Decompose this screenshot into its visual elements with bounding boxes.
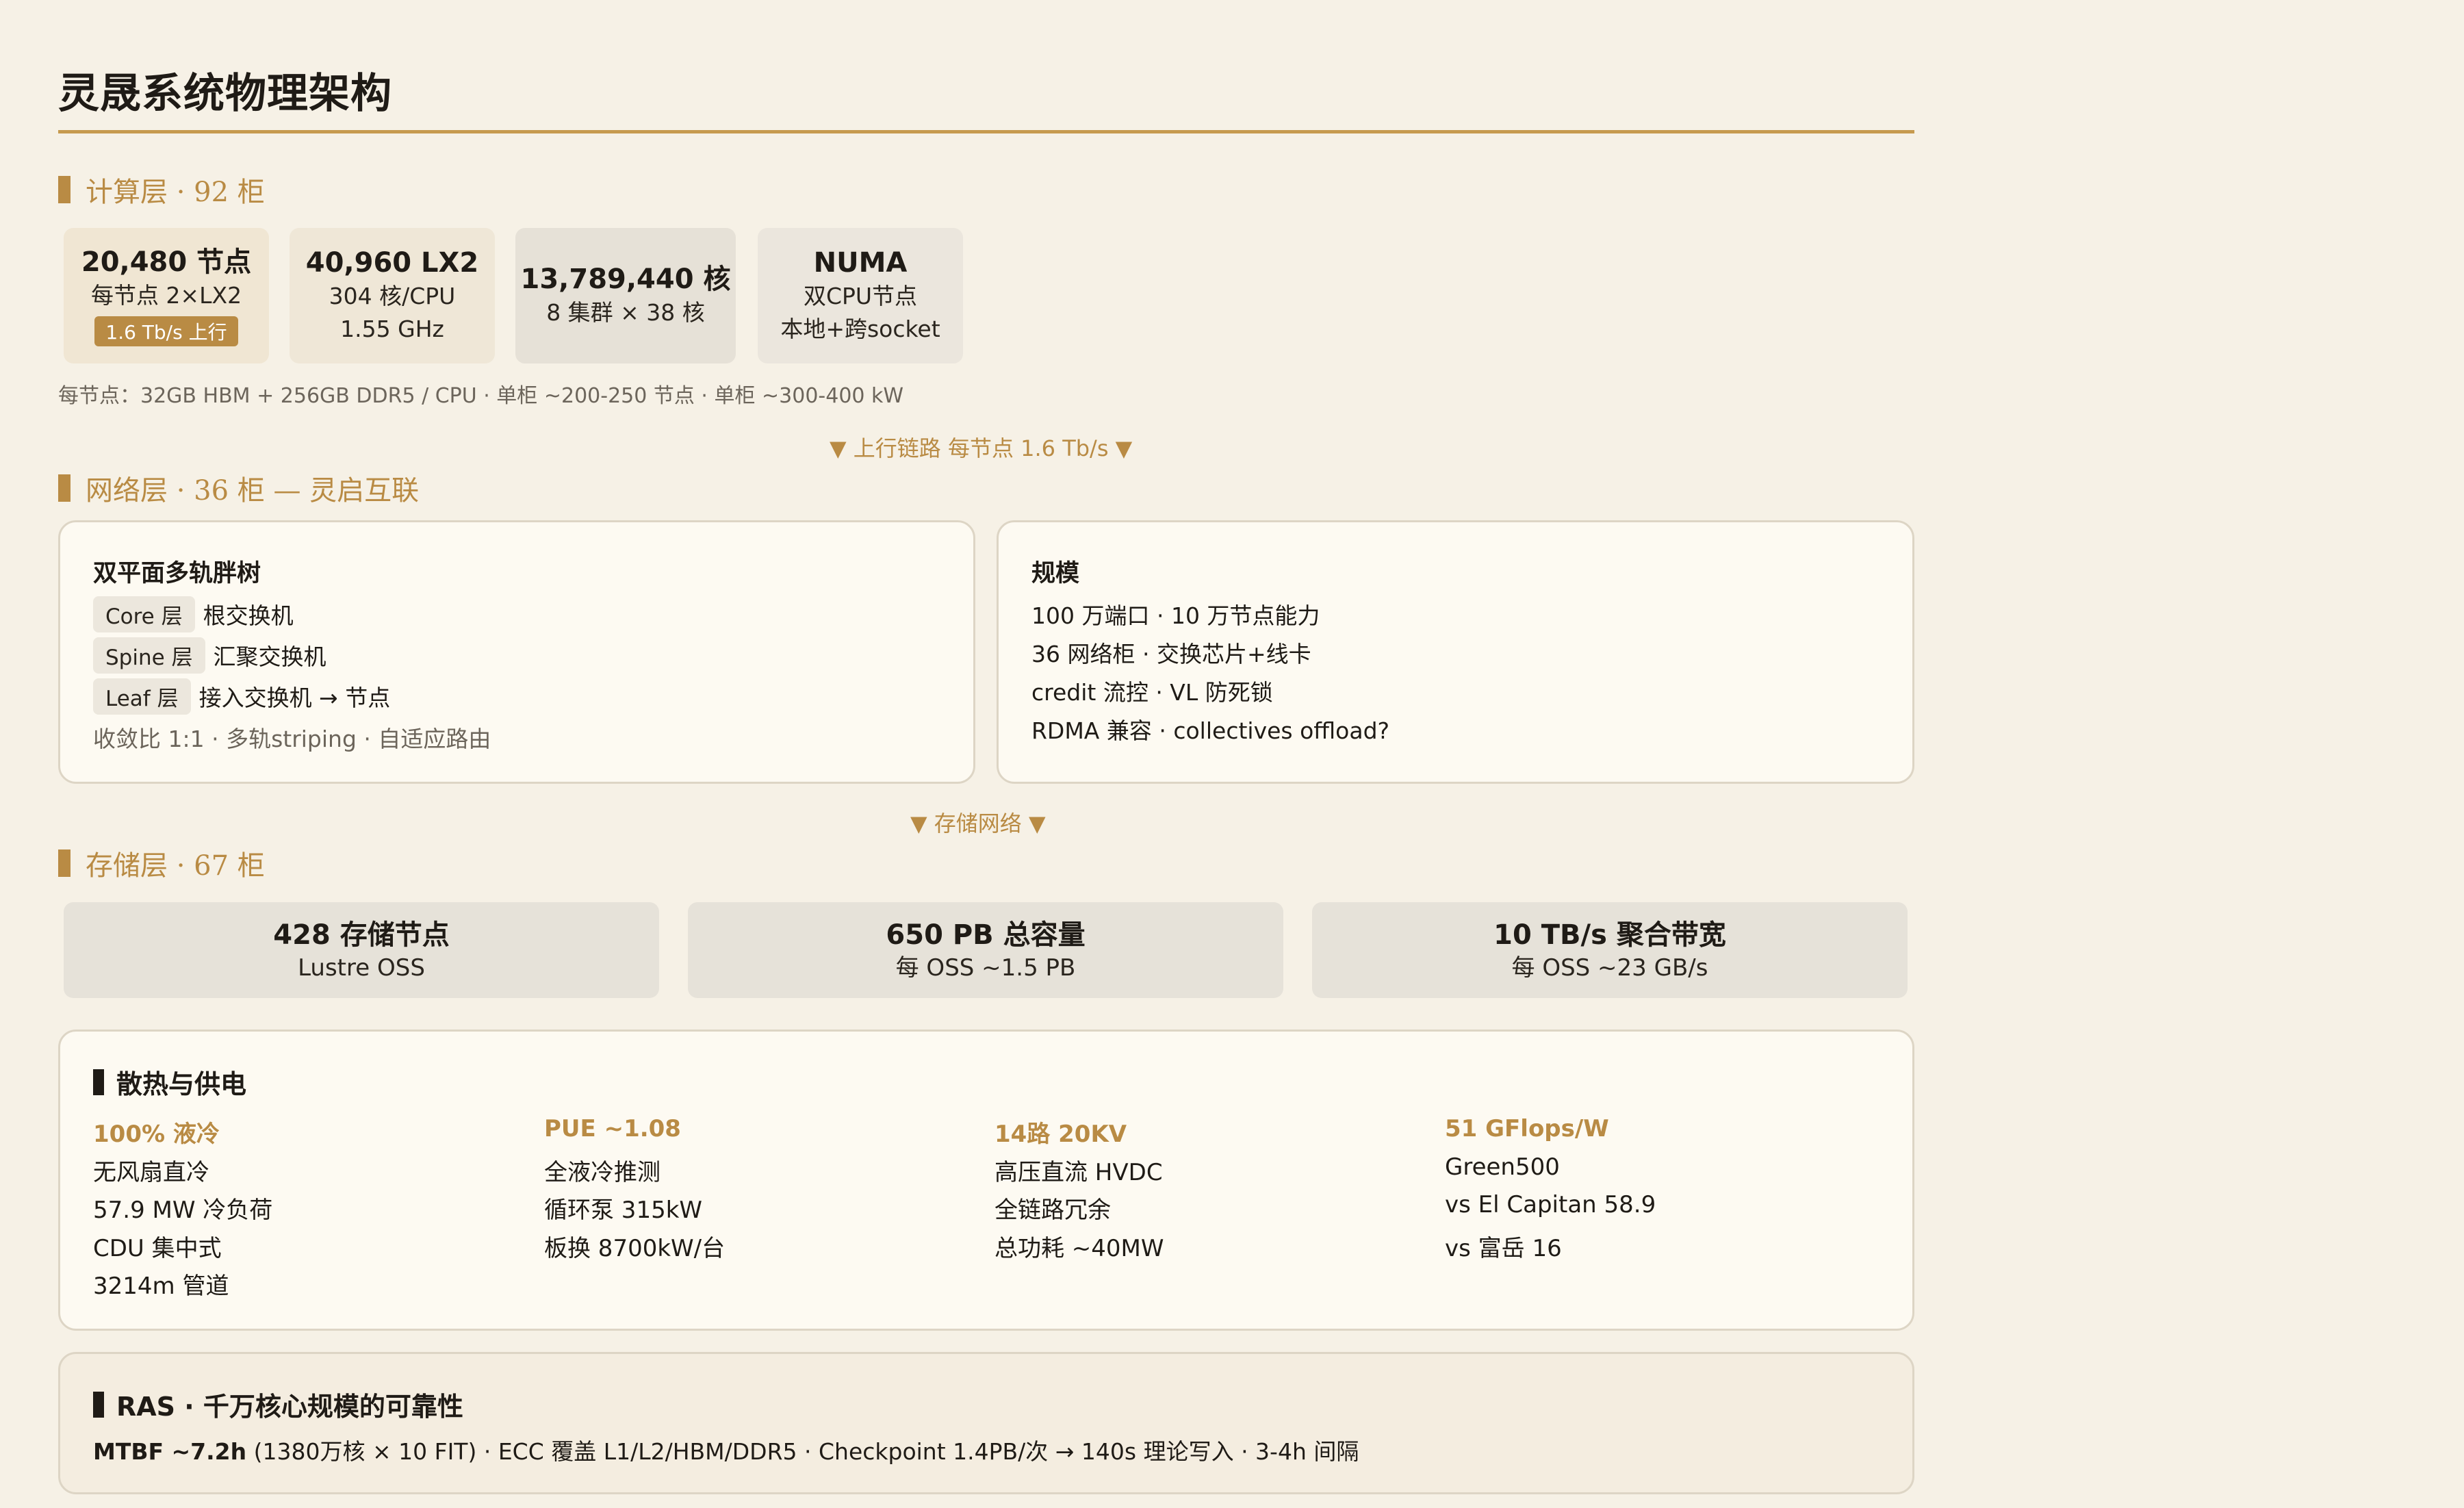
card-value: NUMA <box>813 247 908 279</box>
storage-card-capacity: 650 PB 总容量 每 OSS ~1.5 PB <box>688 902 1283 998</box>
ras-title: RAS · 千万核心规模的可靠性 <box>93 1385 463 1423</box>
title-divider <box>58 130 1914 133</box>
page-title: 灵晟系统物理架构 <box>58 70 392 118</box>
efficiency-col-line: vs 富岳 16 <box>1445 1235 1562 1262</box>
cooling-col-line: 3214m 管道 <box>93 1273 229 1300</box>
compute-section-heading: 计算层 · 92 柜 <box>58 170 265 209</box>
pue-col-line: 全液冷推测 <box>544 1159 660 1186</box>
power-col-line: 总功耗 ~40MW <box>994 1235 1164 1262</box>
card-detail: 1.55 GHz <box>340 316 444 342</box>
ras-summary: MTBF ~7.2h (1380万核 × 10 FIT) · ECC 覆盖 L1… <box>93 1433 1359 1466</box>
card-detail: 双CPU节点 <box>803 283 918 310</box>
cooling-title: 散热与供电 <box>93 1063 246 1101</box>
cooling-col-line: CDU 集中式 <box>93 1235 222 1262</box>
layer-tag: Spine 层 <box>93 637 205 674</box>
layer-desc: 根交换机 <box>203 602 294 629</box>
ras-title-text: RAS · 千万核心规模的可靠性 <box>116 1392 463 1422</box>
pue-col-line: 循环泵 315kW <box>544 1197 703 1224</box>
efficiency-col-head: 51 GFlops/W <box>1445 1115 1609 1142</box>
topology-title: 双平面多轨胖树 <box>93 560 261 587</box>
card-detail: 本地+跨socket <box>780 316 940 342</box>
network-section-heading: 网络层 · 36 柜 — 灵启互联 <box>58 468 419 508</box>
storage-detail: 每 OSS ~1.5 PB <box>895 954 1076 982</box>
power-col-line: 高压直流 HVDC <box>994 1159 1163 1186</box>
scale-line: credit 流控 · VL 防死锁 <box>1031 679 1273 706</box>
layer-tag: Core 层 <box>93 596 195 632</box>
network-scale-panel: 规模 100 万端口 · 10 万节点能力 36 网络柜 · 交换芯片+线卡 c… <box>997 520 1914 784</box>
topology-row-core: Core 层根交换机 <box>93 596 294 632</box>
heading-marker <box>58 474 70 502</box>
title-marker <box>93 1069 104 1095</box>
compute-heading-text: 计算层 · 92 柜 <box>86 177 265 208</box>
network-heading-text: 网络层 · 36 柜 — 灵启互联 <box>86 475 420 507</box>
card-value: 20,480 节点 <box>81 246 252 279</box>
power-col-line: 全链路冗余 <box>994 1197 1111 1224</box>
card-detail: 8 集群 × 38 核 <box>546 299 705 327</box>
storage-card-nodes: 428 存储节点 Lustre OSS <box>64 902 659 998</box>
layer-desc: 汇聚交换机 <box>213 643 326 670</box>
heading-marker <box>58 849 70 877</box>
cooling-col-head: 100% 液冷 <box>93 1121 220 1148</box>
storage-card-bandwidth: 10 TB/s 聚合带宽 每 OSS ~23 GB/s <box>1312 902 1908 998</box>
uplink-badge: 1.6 Tb/s 上行 <box>94 316 238 346</box>
storage-detail: 每 OSS ~23 GB/s <box>1511 954 1708 982</box>
storage-section-heading: 存储层 · 67 柜 <box>58 843 265 883</box>
pue-col-line: 板换 8700kW/台 <box>544 1235 726 1262</box>
power-col-head: 14路 20KV <box>994 1121 1127 1148</box>
ras-detail: (1380万核 × 10 FIT) · ECC 覆盖 L1/L2/HBM/DDR… <box>246 1438 1359 1465</box>
storage-value: 428 存储节点 <box>273 919 450 951</box>
scale-title: 规模 <box>1031 560 1080 587</box>
compute-card-numa: NUMA 双CPU节点 本地+跨socket <box>758 228 963 363</box>
compute-card-nodes: 20,480 节点 每节点 2×LX2 1.6 Tb/s 上行 <box>64 228 269 363</box>
architecture-page: 灵晟系统物理架构 计算层 · 92 柜 20,480 节点 每节点 2×LX2 … <box>0 0 2464 1508</box>
compute-note: 每节点：32GB HBM + 256GB DDR5 / CPU · 单柜 ~20… <box>58 384 904 408</box>
storage-arrow-label: ▼ 存储网络 ▼ <box>910 810 1046 836</box>
efficiency-col-line: vs El Capitan 58.9 <box>1445 1191 1656 1218</box>
topology-footer: 收敛比 1:1 · 多轨striping · 自适应路由 <box>93 726 491 752</box>
storage-detail: Lustre OSS <box>298 954 425 982</box>
storage-heading-text: 存储层 · 67 柜 <box>86 850 265 882</box>
pue-col-head: PUE ~1.08 <box>544 1115 681 1142</box>
uplink-arrow-label: ▼ 上行链路 每节点 1.6 Tb/s ▼ <box>830 435 1133 461</box>
card-value: 40,960 LX2 <box>305 247 479 279</box>
card-detail: 每节点 2×LX2 <box>90 282 242 309</box>
efficiency-col-line: Green500 <box>1445 1153 1560 1181</box>
title-marker <box>93 1391 104 1418</box>
storage-value: 650 PB 总容量 <box>886 919 1086 951</box>
scale-line: RDMA 兼容 · collectives offload? <box>1031 717 1390 744</box>
scale-line: 36 网络柜 · 交换芯片+线卡 <box>1031 641 1311 667</box>
ras-panel: RAS · 千万核心规模的可靠性 MTBF ~7.2h (1380万核 × 10… <box>58 1352 1914 1494</box>
scale-line: 100 万端口 · 10 万节点能力 <box>1031 602 1320 629</box>
compute-card-cpus: 40,960 LX2 304 核/CPU 1.55 GHz <box>290 228 495 363</box>
cooling-col-line: 57.9 MW 冷负荷 <box>93 1197 273 1224</box>
card-detail: 304 核/CPU <box>329 283 456 310</box>
compute-card-cores: 13,789,440 核 8 集群 × 38 核 <box>515 228 736 363</box>
cooling-col-line: 无风扇直冷 <box>93 1159 209 1186</box>
card-value: 13,789,440 核 <box>520 264 731 296</box>
storage-value: 10 TB/s 聚合带宽 <box>1493 919 1726 951</box>
heading-marker <box>58 176 70 203</box>
layer-desc: 接入交换机 → 节点 <box>198 685 391 711</box>
ras-mtbf: MTBF ~7.2h <box>93 1438 247 1465</box>
cooling-power-panel: 散热与供电 100% 液冷 无风扇直冷 57.9 MW 冷负荷 CDU 集中式 … <box>58 1030 1914 1331</box>
network-topology-panel: 双平面多轨胖树 Core 层根交换机 Spine 层汇聚交换机 Leaf 层接入… <box>58 520 975 784</box>
cooling-title-text: 散热与供电 <box>116 1069 247 1099</box>
topology-row-leaf: Leaf 层接入交换机 → 节点 <box>93 678 390 715</box>
topology-row-spine: Spine 层汇聚交换机 <box>93 637 326 674</box>
layer-tag: Leaf 层 <box>93 678 191 715</box>
